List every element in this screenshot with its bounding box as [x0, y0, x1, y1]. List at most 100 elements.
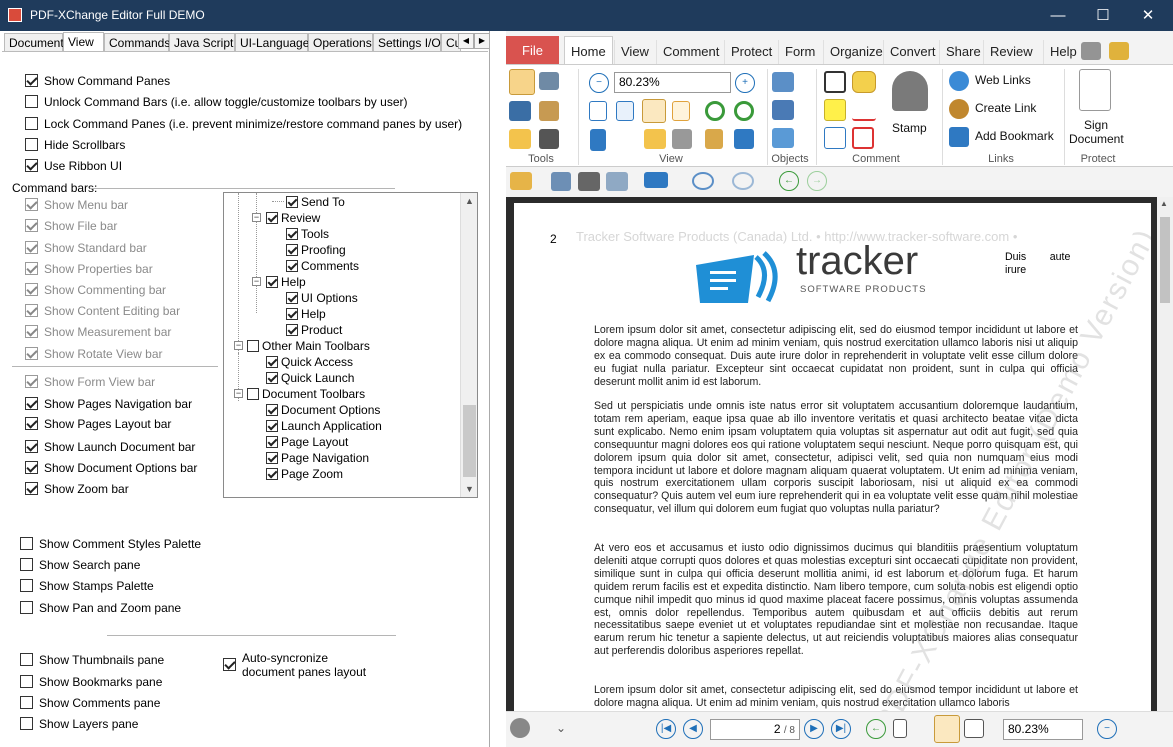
tree-item-launch-application[interactable]: Launch Application: [281, 419, 382, 433]
tree-item-page-navigation[interactable]: Page Navigation: [281, 451, 369, 465]
tree-item-proofing[interactable]: Proofing: [301, 243, 346, 257]
show-pages-layout-bar-checkbox[interactable]: [25, 417, 38, 430]
status-zoom-out-icon[interactable]: −: [1097, 719, 1117, 739]
show-rotate-view-bar-checkbox[interactable]: [25, 347, 38, 360]
sticky-note-icon[interactable]: [852, 71, 876, 93]
tree-checkbox-ui-options[interactable]: [286, 292, 298, 304]
settings-gear-icon[interactable]: [510, 718, 530, 738]
show-content-editing-bar-checkbox[interactable]: [25, 304, 38, 317]
sign-label-2[interactable]: Document: [1069, 132, 1124, 146]
email-icon[interactable]: [606, 172, 628, 191]
tab-javascript[interactable]: Java Script: [169, 33, 235, 52]
add-image-icon[interactable]: [772, 72, 794, 92]
select-comments-icon[interactable]: [509, 129, 531, 149]
create-link-label[interactable]: Create Link: [975, 101, 1036, 115]
tab-share[interactable]: Share: [939, 40, 987, 64]
zoom-combo[interactable]: 80.23%: [614, 72, 731, 93]
tree-item-ui-options[interactable]: UI Options: [301, 291, 358, 305]
prev-page-icon[interactable]: ◀: [683, 719, 703, 739]
show-bookmarks-pane-checkbox[interactable]: [20, 675, 33, 688]
document-view[interactable]: 2 Tracker Software Products (Canada) Ltd…: [506, 197, 1173, 711]
expand-chevrons-icon[interactable]: ⌄: [556, 721, 566, 735]
show-form-view-bar-checkbox[interactable]: [25, 375, 38, 388]
tab-form[interactable]: Form: [778, 40, 821, 64]
sign-document-icon[interactable]: [1079, 69, 1111, 111]
tree-checkbox-tools[interactable]: [286, 228, 298, 240]
tree-item-help[interactable]: Help: [281, 275, 306, 289]
auto-sync-checkbox[interactable]: [223, 658, 236, 671]
text-box-icon[interactable]: [824, 99, 846, 121]
scan-icon[interactable]: [644, 172, 668, 188]
tab-help[interactable]: Help: [1043, 40, 1083, 64]
show-layers-pane-checkbox[interactable]: [20, 717, 33, 730]
show-measurement-bar-checkbox[interactable]: [25, 325, 38, 338]
tab-view-ribbon[interactable]: View: [614, 40, 655, 64]
status-zoom-combo[interactable]: 80.23%: [1003, 719, 1083, 740]
page-number-field[interactable]: 2 / 8: [710, 719, 800, 740]
tree-expander-other-main[interactable]: −: [234, 341, 243, 350]
tree-checkbox-page-zoom[interactable]: [266, 468, 278, 480]
maximize-button[interactable]: ☐: [1080, 0, 1126, 31]
show-search-pane-checkbox[interactable]: [20, 558, 33, 571]
tree-item-page-layout[interactable]: Page Layout: [281, 435, 348, 449]
create-link-icon[interactable]: [949, 99, 969, 119]
tab-settings-io[interactable]: Settings I/O: [373, 33, 441, 52]
tree-checkbox-help-sub[interactable]: [286, 308, 298, 320]
lock-command-panes-checkbox[interactable]: [25, 117, 38, 130]
hide-scrollbars-checkbox[interactable]: [25, 138, 38, 151]
tree-item-tools[interactable]: Tools: [301, 227, 329, 241]
show-comments-pane-checkbox[interactable]: [20, 696, 33, 709]
snapshot-icon[interactable]: [539, 72, 559, 90]
tree-expander-document-toolbars[interactable]: −: [234, 389, 243, 398]
tree-item-other-main[interactable]: Other Main Toolbars: [262, 339, 370, 353]
next-page-icon[interactable]: ▶: [804, 719, 824, 739]
tab-commands[interactable]: Commands: [104, 33, 170, 52]
user-options-icon[interactable]: [1081, 42, 1101, 60]
stamp-icon[interactable]: [892, 71, 928, 111]
show-pan-zoom-pane-checkbox[interactable]: [20, 601, 33, 614]
tab-view[interactable]: View: [63, 32, 104, 52]
tab-comment[interactable]: Comment: [656, 40, 725, 64]
document-properties-icon[interactable]: [705, 129, 723, 149]
last-page-icon[interactable]: ▶|: [831, 719, 851, 739]
open-icon[interactable]: [510, 172, 532, 190]
unlock-command-bars-checkbox[interactable]: [25, 95, 38, 108]
show-menu-bar-checkbox[interactable]: [25, 198, 38, 211]
show-stamps-palette-checkbox[interactable]: [20, 579, 33, 592]
sign-label-1[interactable]: Sign: [1084, 118, 1108, 132]
first-page-icon[interactable]: |◀: [656, 719, 676, 739]
tree-scroll-thumb[interactable]: [463, 405, 476, 477]
tree-checkbox-page-navigation[interactable]: [266, 452, 278, 464]
tab-organize[interactable]: Organize: [823, 40, 889, 64]
show-file-bar-checkbox[interactable]: [25, 219, 38, 232]
tree-checkbox-comments[interactable]: [286, 260, 298, 272]
back-icon[interactable]: ←: [779, 171, 799, 191]
select-text-icon[interactable]: [509, 101, 531, 121]
show-thumbnails-pane-checkbox[interactable]: [20, 653, 33, 666]
prev-view-icon[interactable]: ←: [866, 719, 886, 739]
folder-search-icon[interactable]: [1109, 42, 1129, 60]
print-icon[interactable]: [578, 172, 600, 191]
edit-text-icon[interactable]: [539, 129, 559, 149]
actual-size-icon[interactable]: [589, 101, 607, 121]
tree-item-product[interactable]: Product: [301, 323, 342, 337]
show-pages-navigation-bar-checkbox[interactable]: [25, 397, 38, 410]
toolbar-tree[interactable]: Send To − Review Tools Proofing Comments…: [223, 192, 478, 498]
attachments-icon[interactable]: [672, 129, 692, 149]
close-button[interactable]: ✕: [1125, 0, 1171, 31]
tab-home[interactable]: Home: [564, 36, 613, 65]
save-icon[interactable]: [551, 172, 571, 191]
show-document-options-bar-checkbox[interactable]: [25, 461, 38, 474]
rotate-right-icon[interactable]: [734, 101, 754, 121]
tree-checkbox-product[interactable]: [286, 324, 298, 336]
show-properties-bar-checkbox[interactable]: [25, 262, 38, 275]
show-standard-bar-checkbox[interactable]: [25, 241, 38, 254]
tree-item-document-toolbars[interactable]: Document Toolbars: [262, 387, 365, 401]
tree-item-quick-launch[interactable]: Quick Launch: [281, 371, 354, 385]
hand-tool-icon[interactable]: [509, 69, 535, 95]
tree-item-quick-access[interactable]: Quick Access: [281, 355, 353, 369]
fit-width-icon[interactable]: [642, 99, 666, 123]
tab-operations[interactable]: Operations: [308, 33, 373, 52]
tab-scroll-right-icon[interactable]: ▶: [474, 33, 489, 49]
tree-checkbox-help[interactable]: [266, 276, 278, 288]
